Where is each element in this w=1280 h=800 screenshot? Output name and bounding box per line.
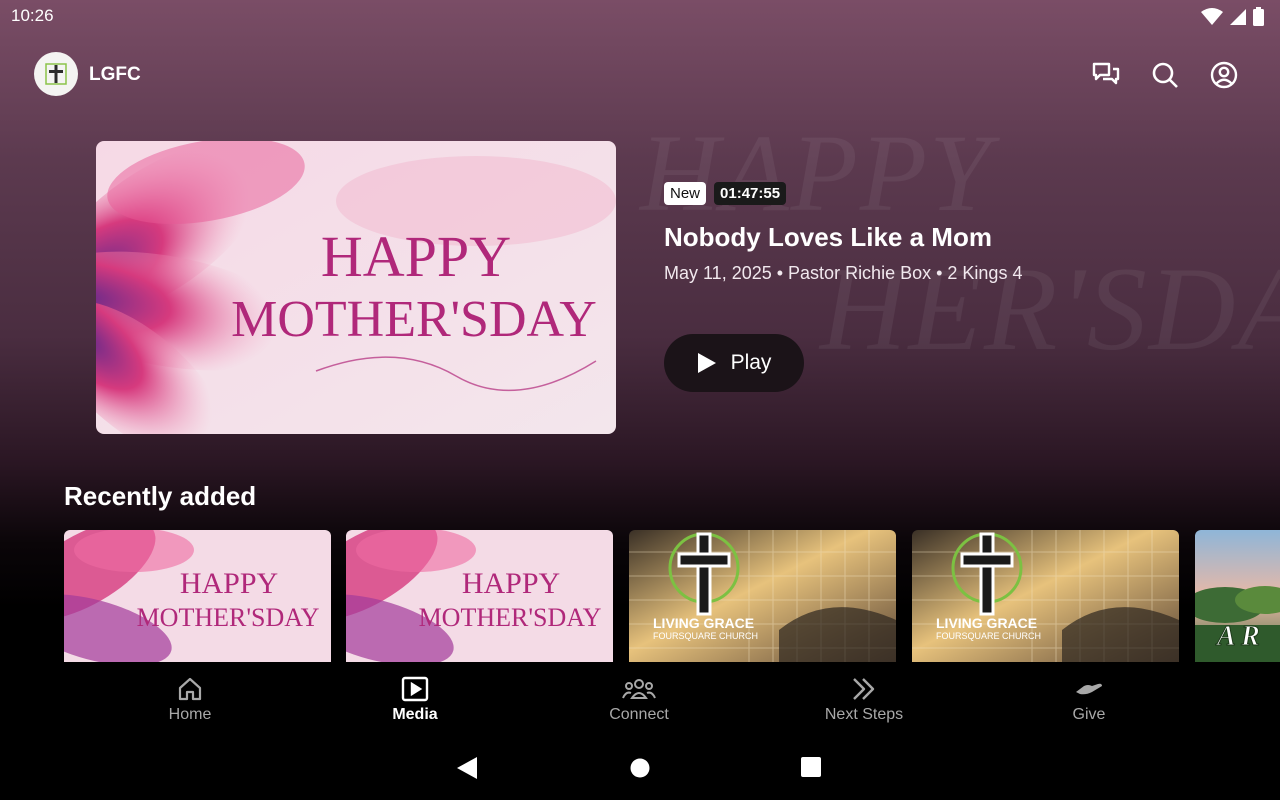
nav-next-steps-label: Next Steps xyxy=(824,706,904,723)
artwork-happy-text: HAPPY xyxy=(321,224,511,289)
recents-square-icon[interactable] xyxy=(801,757,821,777)
system-navigation-bar xyxy=(0,736,1280,800)
thumb-script-text: A R xyxy=(1215,621,1260,652)
background-text-mothers-day: HER'SDAY xyxy=(820,242,1280,375)
giving-hand-icon xyxy=(1076,683,1102,695)
nav-connect[interactable]: Connect xyxy=(559,674,719,724)
thumb-mothers-day-text: MOTHER'SDAY xyxy=(419,603,602,632)
status-icons xyxy=(1201,7,1264,26)
play-icon xyxy=(697,353,716,373)
back-icon[interactable] xyxy=(456,756,478,780)
cellular-signal-icon xyxy=(1230,8,1246,25)
media-play-icon xyxy=(401,676,429,702)
double-chevron-right-icon xyxy=(853,678,875,700)
nav-home-label: Home xyxy=(168,706,212,723)
media-card[interactable]: HAPPY MOTHER'SDAY xyxy=(346,530,613,665)
nav-media-label: Media xyxy=(392,706,438,723)
nav-connect-label: Connect xyxy=(609,706,669,723)
recently-added-heading: Recently added xyxy=(64,481,257,511)
thumb-foursquare-text: FOURSQUARE CHURCH xyxy=(653,631,758,641)
thumb-mothers-day-text: MOTHER'SDAY xyxy=(137,603,320,632)
living-grace-thumbnail: LIVING GRACE FOURSQUARE CHURCH xyxy=(912,530,1179,665)
background-text-happy: HAPPY xyxy=(640,112,993,234)
nav-give-label: Give xyxy=(1072,706,1106,723)
thumb-living-grace-text: LIVING GRACE xyxy=(936,615,1037,631)
thumb-living-grace-text: LIVING GRACE xyxy=(653,615,754,631)
cross-logo-icon xyxy=(45,63,67,85)
thumb-foursquare-text: FOURSQUARE CHURCH xyxy=(936,631,1041,641)
play-button-label: Play xyxy=(730,351,772,374)
featured-title: Nobody Loves Like a Mom xyxy=(664,222,992,252)
home-circle-icon[interactable] xyxy=(630,758,650,778)
home-icon xyxy=(178,677,202,701)
thumb-happy-text: HAPPY xyxy=(180,567,278,600)
duration-badge: 01:47:55 xyxy=(714,182,787,205)
status-bar: 10:26 xyxy=(0,0,1280,34)
thumb-happy-text: HAPPY xyxy=(462,567,560,600)
nav-next-steps[interactable]: Next Steps xyxy=(784,674,944,724)
mothers-day-thumbnail: HAPPY MOTHER'SDAY xyxy=(346,530,613,665)
profile-button[interactable] xyxy=(1209,60,1239,90)
play-button[interactable]: Play xyxy=(664,334,804,392)
artwork-mothers-day-text: MOTHER'SDAY xyxy=(231,291,597,348)
people-group-icon xyxy=(622,679,656,699)
living-grace-thumbnail: LIVING GRACE FOURSQUARE CHURCH xyxy=(629,530,896,665)
search-icon xyxy=(1152,62,1178,88)
church-logo[interactable] xyxy=(34,52,78,96)
nav-media[interactable]: Media xyxy=(335,674,495,724)
featured-badges: New 01:47:55 xyxy=(664,182,787,205)
featured-artwork[interactable]: HAPPY MOTHER'SDAY xyxy=(96,141,616,434)
app-name: LGFC xyxy=(89,64,141,85)
nav-give[interactable]: Give xyxy=(1009,674,1169,724)
media-card[interactable]: LIVING GRACE FOURSQUARE CHURCH xyxy=(912,530,1179,665)
status-time: 10:26 xyxy=(11,6,54,25)
new-badge: New xyxy=(664,182,707,205)
media-card[interactable]: LIVING GRACE FOURSQUARE CHURCH xyxy=(629,530,896,665)
media-card[interactable]: HAPPY MOTHER'SDAY xyxy=(64,530,331,665)
app-bar: LGFC xyxy=(0,52,1280,98)
battery-icon xyxy=(1253,7,1264,26)
search-button[interactable] xyxy=(1150,60,1180,90)
mothers-day-thumbnail: HAPPY MOTHER'SDAY xyxy=(64,530,331,665)
account-circle-icon xyxy=(1210,61,1238,89)
featured-meta: May 11, 2025 • Pastor Richie Box • 2 Kin… xyxy=(664,263,1023,283)
nav-home[interactable]: Home xyxy=(110,674,270,724)
media-card[interactable]: A R xyxy=(1195,530,1280,665)
chat-button[interactable] xyxy=(1091,60,1121,90)
wifi-icon xyxy=(1201,7,1223,25)
landscape-thumbnail: A R xyxy=(1195,530,1280,665)
chat-icon xyxy=(1092,62,1120,85)
mothers-day-artwork: HAPPY MOTHER'SDAY xyxy=(96,141,616,434)
bottom-navigation: Home Media Connect Next Steps Give xyxy=(0,662,1280,736)
